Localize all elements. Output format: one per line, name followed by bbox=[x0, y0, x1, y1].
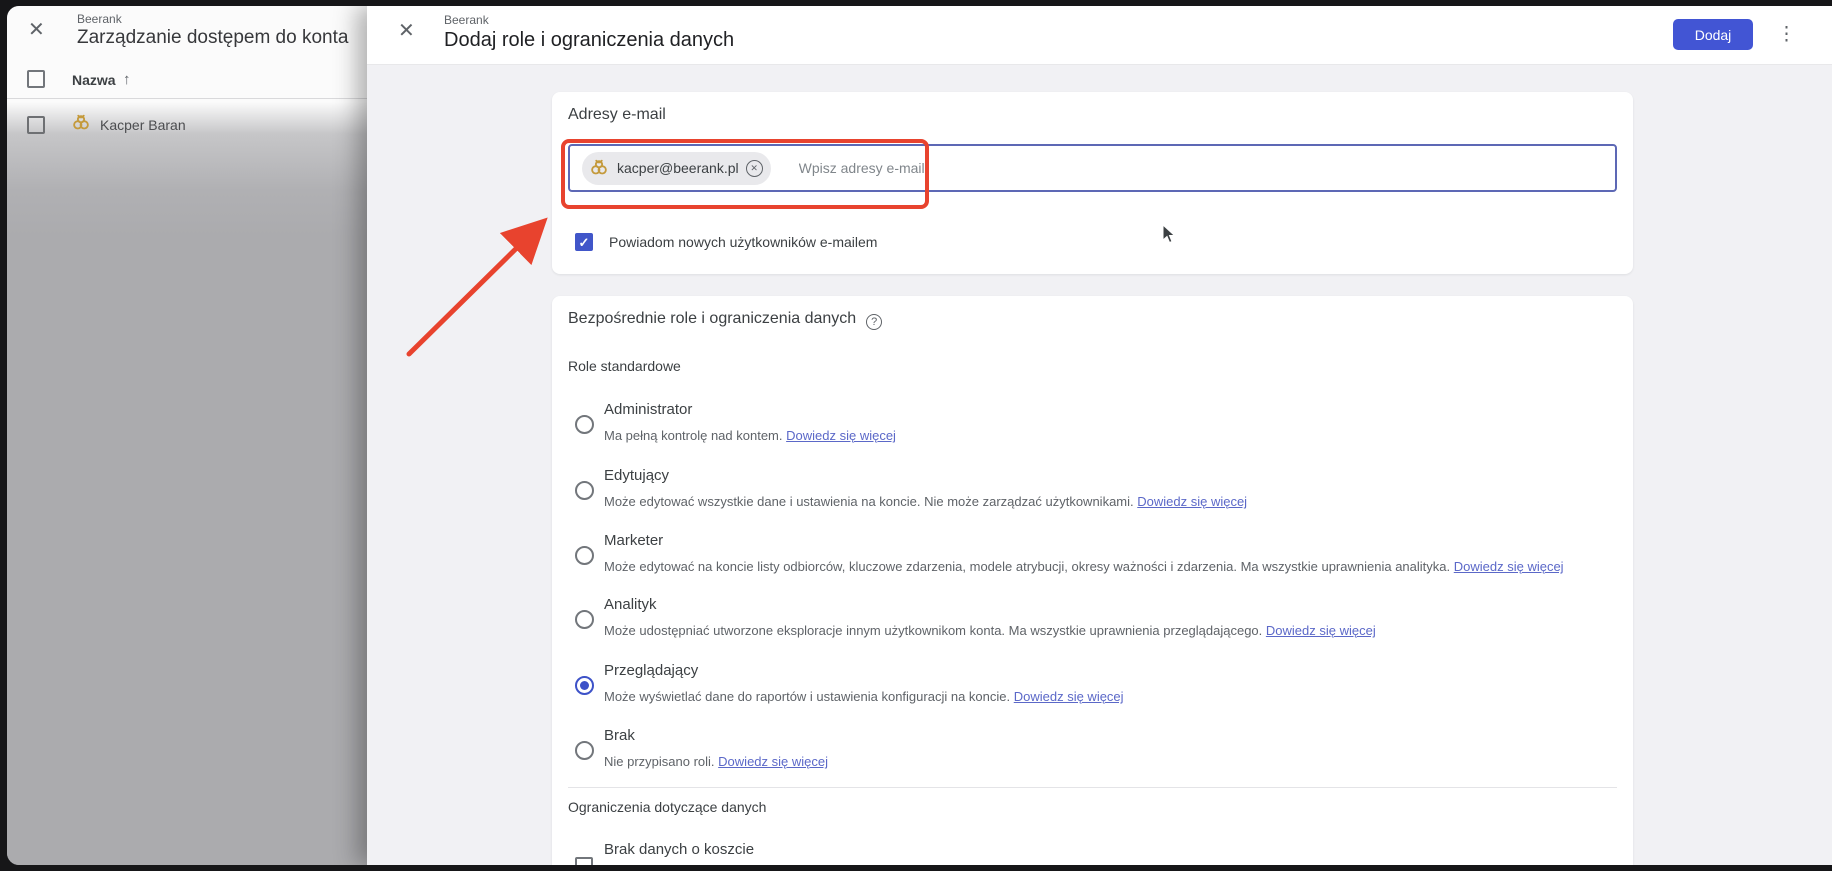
select-all-checkbox[interactable] bbox=[27, 70, 45, 88]
email-address-field[interactable]: kacper@beerank.pl ✕ bbox=[568, 144, 1617, 192]
role-title: Marketer bbox=[604, 532, 663, 549]
beerank-logo-icon bbox=[588, 157, 610, 179]
close-icon[interactable]: ✕ bbox=[28, 20, 45, 40]
email-card-heading: Adresy e-mail bbox=[568, 106, 666, 124]
add-roles-dialog: ✕ Beerank Dodaj role i ograniczenia dany… bbox=[367, 6, 1832, 865]
role-option-przegladajacy[interactable]: Przeglądający Może wyświetlać dane do ra… bbox=[575, 662, 1619, 712]
data-restrictions-label: Ograniczenia dotyczące danych bbox=[568, 799, 766, 815]
chip-email-text: kacper@beerank.pl bbox=[617, 160, 739, 176]
role-description: Może wyświetlać dane do raportów i ustaw… bbox=[604, 689, 1124, 704]
restriction-checkbox[interactable] bbox=[575, 857, 593, 865]
learn-more-link[interactable]: Dowiedz się więcej bbox=[1266, 623, 1376, 638]
role-option-brak[interactable]: Brak Nie przypisano roli. Dowiedz się wi… bbox=[575, 727, 1619, 777]
account-access-panel: ✕ Beerank Zarządzanie dostępem do konta … bbox=[7, 6, 367, 865]
role-option-analityk[interactable]: Analityk Może udostępniać utworzone eksp… bbox=[575, 596, 1619, 646]
account-label: Beerank bbox=[77, 12, 122, 26]
role-description-text: Ma pełną kontrolę nad kontem. bbox=[604, 428, 783, 443]
standard-roles-label: Role standardowe bbox=[568, 358, 681, 374]
radio-button[interactable] bbox=[575, 546, 594, 565]
email-card: Adresy e-mail kacper@beerank.pl ✕ ✓ bbox=[552, 92, 1633, 274]
notify-users-row[interactable]: ✓ Powiadom nowych użytkowników e-mailem bbox=[575, 233, 877, 251]
role-description-text: Nie przypisano roli. bbox=[604, 754, 715, 769]
role-description-text: Może edytować wszystkie dane i ustawieni… bbox=[604, 494, 1134, 509]
learn-more-link[interactable]: Dowiedz się więcej bbox=[718, 754, 828, 769]
app-window: ✕ Beerank Zarządzanie dostępem do konta … bbox=[7, 6, 1832, 865]
role-title: Edytujący bbox=[604, 467, 669, 484]
roles-card: Bezpośrednie role i ograniczenia danych?… bbox=[552, 296, 1633, 865]
notify-checkbox-label: Powiadom nowych użytkowników e-mailem bbox=[609, 234, 877, 250]
learn-more-link[interactable]: Dowiedz się więcej bbox=[1137, 494, 1247, 509]
radio-button[interactable] bbox=[575, 610, 594, 629]
close-icon[interactable]: ✕ bbox=[398, 21, 415, 41]
account-label: Beerank bbox=[444, 13, 489, 27]
learn-more-link[interactable]: Dowiedz się więcej bbox=[1014, 689, 1124, 704]
role-description-text: Może udostępniać utworzone eksploracje i… bbox=[604, 623, 1262, 638]
divider bbox=[7, 98, 367, 99]
dialog-title: Dodaj role i ograniczenia danych bbox=[444, 29, 734, 52]
role-description: Może edytować na koncie listy odbiorców,… bbox=[604, 559, 1564, 574]
role-title: Administrator bbox=[604, 401, 692, 418]
role-description-text: Może edytować na koncie listy odbiorców,… bbox=[604, 559, 1450, 574]
radio-button[interactable] bbox=[575, 741, 594, 760]
role-description: Ma pełną kontrolę nad kontem. Dowiedz si… bbox=[604, 428, 896, 443]
chip-remove-icon[interactable]: ✕ bbox=[746, 160, 763, 177]
role-description-text: Może wyświetlać dane do raportów i ustaw… bbox=[604, 689, 1010, 704]
email-chip[interactable]: kacper@beerank.pl ✕ bbox=[582, 152, 771, 185]
annotation-arrow bbox=[387, 201, 567, 376]
radio-button-selected[interactable] bbox=[575, 676, 594, 695]
dialog-header: ✕ Beerank Dodaj role i ograniczenia dany… bbox=[367, 6, 1832, 65]
role-description: Może edytować wszystkie dane i ustawieni… bbox=[604, 494, 1247, 509]
role-option-marketer[interactable]: Marketer Może edytować na koncie listy o… bbox=[575, 532, 1619, 582]
name-column-header[interactable]: Nazwa bbox=[72, 72, 116, 88]
more-options-icon[interactable]: ⋮ bbox=[1777, 23, 1796, 46]
notify-checkbox[interactable]: ✓ bbox=[575, 233, 593, 251]
row-checkbox[interactable] bbox=[27, 116, 45, 134]
role-title: Brak bbox=[604, 727, 635, 744]
user-name: Kacper Baran bbox=[100, 117, 186, 133]
restriction-title: Brak danych o koszcie bbox=[604, 841, 754, 858]
role-option-administrator[interactable]: Administrator Ma pełną kontrolę nad kont… bbox=[575, 401, 1619, 451]
role-title: Przeglądający bbox=[604, 662, 698, 679]
sort-ascending-icon[interactable]: ↑ bbox=[123, 71, 131, 88]
panel-title: Zarządzanie dostępem do konta bbox=[77, 27, 348, 49]
add-button[interactable]: Dodaj bbox=[1673, 19, 1753, 50]
role-option-edytujacy[interactable]: Edytujący Może edytować wszystkie dane i… bbox=[575, 467, 1619, 517]
learn-more-link[interactable]: Dowiedz się więcej bbox=[786, 428, 896, 443]
roles-card-heading: Bezpośrednie role i ograniczenia danych? bbox=[568, 310, 882, 328]
role-title: Analityk bbox=[604, 596, 657, 613]
role-description: Nie przypisano roli. Dowiedz się więcej bbox=[604, 754, 828, 769]
divider bbox=[568, 787, 1617, 788]
beerank-logo-icon bbox=[70, 112, 92, 134]
email-input[interactable] bbox=[797, 159, 1615, 177]
help-icon[interactable]: ? bbox=[866, 314, 882, 330]
learn-more-link[interactable]: Dowiedz się więcej bbox=[1454, 559, 1564, 574]
radio-button[interactable] bbox=[575, 415, 594, 434]
radio-button[interactable] bbox=[575, 481, 594, 500]
role-description: Może udostępniać utworzone eksploracje i… bbox=[604, 623, 1376, 638]
roles-heading-text: Bezpośrednie role i ograniczenia danych bbox=[568, 310, 856, 327]
